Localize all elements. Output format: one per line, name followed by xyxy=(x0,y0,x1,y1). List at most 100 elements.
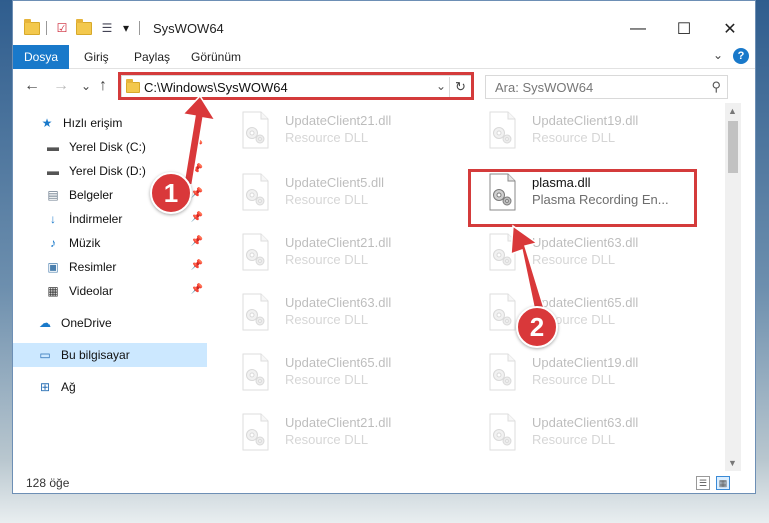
file-name: UpdateClient21.dll xyxy=(285,113,392,128)
folder-icon xyxy=(126,79,140,93)
sidebar-item-local-disk-c[interactable]: ▬ Yerel Disk (C:) 📌 xyxy=(13,135,207,159)
pin-icon: 📌 xyxy=(190,164,203,175)
back-button[interactable]: ← xyxy=(24,77,40,95)
file-name: UpdateClient19.dll xyxy=(532,355,639,370)
dll-file-icon xyxy=(237,173,273,211)
file-name: UpdateClient19.dll xyxy=(532,113,639,128)
file-item-plasma-dll[interactable]: plasma.dll Plasma Recording En... xyxy=(484,167,714,217)
dll-file-icon xyxy=(484,233,520,271)
file-name: UpdateClient63.dll xyxy=(532,415,639,430)
sidebar-item-videos[interactable]: ▦ Videolar 📌 xyxy=(13,279,207,303)
file-name: UpdateClient63.dll xyxy=(532,235,639,250)
navigation-pane: ★ Hızlı erişim ▬ Yerel Disk (C:) 📌 ▬ Yer… xyxy=(13,109,209,464)
dll-file-icon xyxy=(237,233,273,271)
sidebar-item-label: Videolar xyxy=(69,284,113,298)
tab-home[interactable]: Giriş xyxy=(84,50,109,64)
file-item[interactable]: UpdateClient63.dll Resource DLL xyxy=(484,227,714,277)
sidebar-item-label: Yerel Disk (D:) xyxy=(69,164,146,178)
item-count: 128 öğe xyxy=(26,476,70,490)
search-box[interactable]: Ara: SysWOW64 ⚲ xyxy=(485,75,728,99)
file-item[interactable]: UpdateClient19.dll Resource DLL xyxy=(484,105,714,155)
close-button[interactable]: ✕ xyxy=(707,16,753,41)
file-description: Resource DLL xyxy=(285,252,369,267)
sidebar-item-music[interactable]: ♪ Müzik 📌 xyxy=(13,231,207,255)
file-item[interactable]: UpdateClient63.dll Resource DLL xyxy=(237,287,467,337)
large-icons-view-icon[interactable]: ▦ xyxy=(716,476,730,490)
recent-locations-button[interactable]: ⌄ xyxy=(81,79,91,93)
sidebar-item-label: Belgeler xyxy=(69,188,114,202)
file-name: UpdateClient5.dll xyxy=(285,175,385,190)
sidebar-item-quick-access[interactable]: ★ Hızlı erişim xyxy=(13,111,207,135)
drive-icon: ▬ xyxy=(47,140,59,154)
help-icon[interactable]: ? xyxy=(733,48,749,64)
dll-file-icon xyxy=(237,111,273,149)
file-item[interactable]: UpdateClient63.dll Resource DLL xyxy=(484,407,714,457)
file-item[interactable]: UpdateClient65.dll Resource DLL xyxy=(237,347,467,397)
file-item[interactable]: UpdateClient21.dll Resource DLL xyxy=(237,227,467,277)
address-dropdown-icon[interactable]: ⌄ xyxy=(436,79,446,93)
dll-file-icon xyxy=(484,111,520,149)
explorer-window: ☑ ☰ ▾ SysWOW64 — ☐ ✕ Dosya Giriş Paylaş … xyxy=(12,0,756,494)
tab-file[interactable]: Dosya xyxy=(13,45,69,69)
file-description: Resource DLL xyxy=(532,252,616,267)
file-description: Resource DLL xyxy=(285,372,369,387)
pin-icon: 📌 xyxy=(190,284,203,295)
sidebar-item-pictures[interactable]: ▣ Resimler 📌 xyxy=(13,255,207,279)
navigation-bar: ← → ⌄ ↑ C:\Windows\SysWOW64 ⌄ ↻ Ara: Sys… xyxy=(13,71,755,103)
file-name: UpdateClient21.dll xyxy=(285,415,392,430)
forward-button[interactable]: → xyxy=(53,77,69,95)
folder-icon xyxy=(23,18,41,37)
minimize-button[interactable]: — xyxy=(615,16,661,41)
sidebar-item-label: Ağ xyxy=(61,380,76,394)
computer-icon: ▭ xyxy=(39,348,51,362)
file-description: Resource DLL xyxy=(532,372,616,387)
search-icon[interactable]: ⚲ xyxy=(711,79,721,95)
window-title: SysWOW64 xyxy=(153,21,224,36)
file-description: Resource DLL xyxy=(285,130,369,145)
refresh-icon[interactable]: ↻ xyxy=(449,77,471,97)
address-bar[interactable]: C:\Windows\SysWOW64 ⌄ ↻ xyxy=(121,75,473,99)
qa-dropdown-icon[interactable]: ▾ xyxy=(119,19,133,37)
cloud-icon: ☁ xyxy=(39,316,51,330)
dll-file-icon xyxy=(484,413,520,451)
scroll-up-icon[interactable]: ▲ xyxy=(728,106,737,116)
sidebar-item-label: Müzik xyxy=(69,236,101,250)
dll-file-icon xyxy=(484,173,520,211)
scroll-down-icon[interactable]: ▼ xyxy=(728,458,737,468)
new-folder-icon[interactable] xyxy=(75,18,93,37)
sidebar-item-this-pc[interactable]: ▭ Bu bilgisayar xyxy=(13,343,207,367)
pictures-icon: ▣ xyxy=(47,260,59,274)
file-name: UpdateClient65.dll xyxy=(532,295,639,310)
expand-ribbon-icon[interactable]: ⌄ xyxy=(713,48,723,62)
file-item[interactable]: UpdateClient5.dll Resource DLL xyxy=(237,167,467,217)
pin-icon: 📌 xyxy=(190,188,203,199)
file-item[interactable]: UpdateClient19.dll Resource DLL xyxy=(484,347,714,397)
dll-file-icon xyxy=(484,353,520,391)
search-input[interactable]: Ara: SysWOW64 xyxy=(495,80,593,95)
customize-icon[interactable]: ☰ xyxy=(97,19,117,37)
sidebar-item-network[interactable]: ⊞ Ağ xyxy=(13,375,207,399)
maximize-button[interactable]: ☐ xyxy=(661,16,707,41)
sidebar-item-label: OneDrive xyxy=(61,316,112,330)
callout-step-2: 2 xyxy=(516,306,558,348)
ribbon: Dosya Giriş Paylaş Görünüm ⌄ ? xyxy=(13,45,755,69)
sidebar-item-label: İndirmeler xyxy=(69,212,123,226)
vertical-scrollbar[interactable]: ▲ ▼ xyxy=(725,103,741,471)
file-item[interactable]: UpdateClient21.dll Resource DLL xyxy=(237,105,467,155)
file-description: Resource DLL xyxy=(285,192,369,207)
separator xyxy=(46,21,47,35)
properties-icon[interactable]: ☑ xyxy=(53,19,71,37)
scrollbar-thumb[interactable] xyxy=(728,121,738,173)
status-bar: 128 öğe ☰ ▦ xyxy=(13,473,755,493)
sidebar-item-onedrive[interactable]: ☁ OneDrive xyxy=(13,311,207,335)
pin-icon: 📌 xyxy=(190,236,203,247)
address-path[interactable]: C:\Windows\SysWOW64 xyxy=(144,80,288,95)
tab-view[interactable]: Görünüm xyxy=(191,50,241,64)
sidebar-item-label: Hızlı erişim xyxy=(63,116,123,130)
tab-share[interactable]: Paylaş xyxy=(134,50,170,64)
title-bar: ☑ ☰ ▾ SysWOW64 — ☐ ✕ xyxy=(13,1,755,41)
file-item[interactable]: UpdateClient21.dll Resource DLL xyxy=(237,407,467,457)
details-view-icon[interactable]: ☰ xyxy=(696,476,710,490)
up-button[interactable]: ↑ xyxy=(99,77,107,95)
sidebar-item-label: Yerel Disk (C:) xyxy=(69,140,146,154)
